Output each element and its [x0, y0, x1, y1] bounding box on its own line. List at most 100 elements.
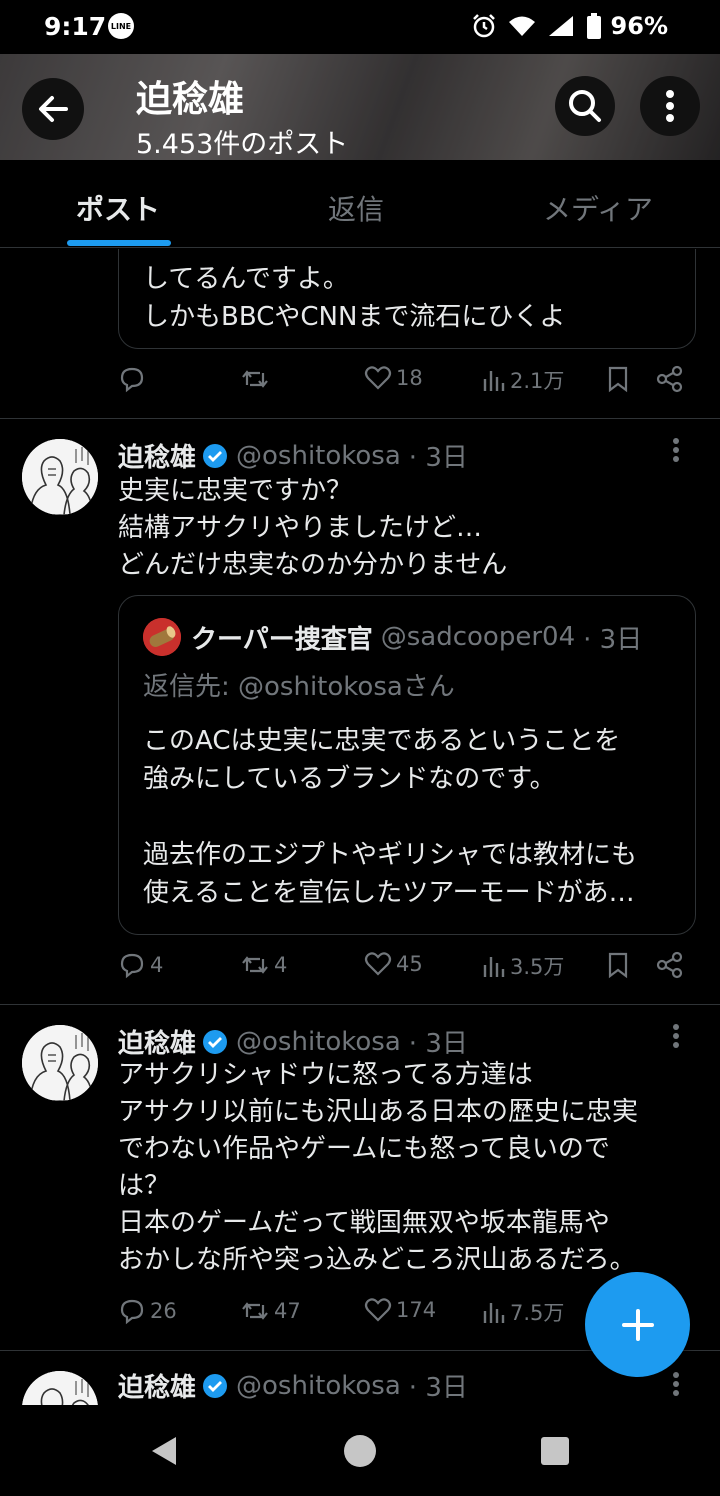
- tweet-more-button[interactable]: [672, 1023, 680, 1056]
- reply-icon: [120, 1299, 144, 1325]
- post-count: 5.453件のポスト: [136, 129, 349, 160]
- quote-author-handle: @sadcooper04: [380, 622, 576, 652]
- status-time: 9:17: [44, 12, 107, 41]
- views-count: 7.5万: [510, 1301, 565, 1325]
- nav-back-button[interactable]: [148, 1434, 180, 1472]
- share-icon: [656, 951, 683, 979]
- back-arrow-icon: [39, 96, 68, 122]
- tweet-more-button[interactable]: [672, 1371, 680, 1404]
- system-nav-bar: [0, 1406, 720, 1496]
- status-bar: 9:17 LINE 96%: [0, 0, 720, 54]
- like-button[interactable]: 18: [364, 365, 423, 391]
- search-icon: [569, 90, 601, 122]
- like-count: 45: [396, 952, 423, 976]
- author-handle[interactable]: @oshitokosa: [236, 441, 401, 471]
- heart-icon: [364, 952, 392, 976]
- retweet-icon: [242, 1302, 268, 1320]
- wifi-icon: [508, 16, 535, 36]
- like-button[interactable]: 45: [364, 951, 423, 977]
- quote-text: このACは史実に忠実であるということを 強みにしているブランドなのです。 過去作…: [143, 726, 638, 908]
- back-button[interactable]: [22, 78, 84, 140]
- share-icon: [656, 365, 683, 393]
- tweet-more-button[interactable]: [672, 437, 680, 470]
- retweet-button[interactable]: [240, 365, 274, 393]
- reply-count: 4: [150, 953, 164, 977]
- tab-replies[interactable]: 返信: [328, 188, 384, 228]
- retweet-button[interactable]: 4: [240, 951, 287, 979]
- more-vertical-icon: [673, 438, 679, 462]
- reply-button[interactable]: 26: [118, 1297, 177, 1325]
- tweet-author: 迫稔雄 @oshitokosa · 3日: [118, 1023, 468, 1060]
- avatar-illustration: [22, 1371, 98, 1405]
- profile-header: 迫稔雄 5.453件のポスト: [0, 54, 720, 160]
- more-options-button[interactable]: [640, 76, 700, 136]
- bookmark-button[interactable]: [606, 365, 630, 393]
- more-vertical-icon: [673, 1024, 679, 1048]
- retweet-icon: [242, 956, 268, 974]
- reply-button[interactable]: 4: [118, 951, 163, 979]
- verified-badge-icon: [203, 1029, 228, 1054]
- timeline: してるんですよ。 しかもBBCやCNNまで流石にひくよ 18 2.1万 迫稔雄 …: [0, 249, 720, 1405]
- author-name[interactable]: 迫稔雄: [118, 437, 196, 474]
- battery-icon: [586, 13, 601, 39]
- tweet-item[interactable]: してるんですよ。 しかもBBCやCNNまで流石にひくよ 18 2.1万: [0, 249, 720, 419]
- search-button[interactable]: [555, 76, 615, 136]
- tweet-author: 迫稔雄 @oshitokosa · 3日: [118, 437, 468, 474]
- reply-button[interactable]: [118, 365, 150, 393]
- tweet-actions: 18 2.1万: [118, 365, 698, 405]
- bookmark-icon: [608, 366, 628, 393]
- like-button[interactable]: 174: [364, 1297, 436, 1323]
- views-button[interactable]: 2.1万: [482, 365, 564, 395]
- quote-author-name: クーパー捜査官: [191, 624, 373, 655]
- verified-badge-icon: [203, 1373, 228, 1398]
- avatar[interactable]: [22, 1025, 98, 1101]
- author-name[interactable]: 迫稔雄: [118, 1367, 196, 1404]
- author-handle[interactable]: @oshitokosa: [236, 1371, 401, 1401]
- bookmark-icon: [608, 952, 628, 979]
- quote-card[interactable]: クーパー捜査官 @sadcooper04 · 3日 返信先: @oshitoko…: [118, 595, 696, 935]
- more-vertical-icon: [673, 1372, 679, 1396]
- avatar[interactable]: [22, 1371, 98, 1405]
- author-name[interactable]: 迫稔雄: [118, 1023, 196, 1060]
- views-count: 2.1万: [510, 369, 565, 393]
- share-button[interactable]: [656, 951, 684, 979]
- tab-posts[interactable]: ポスト: [76, 188, 160, 228]
- line-notification-icon: LINE: [108, 13, 134, 39]
- nav-recents-icon: [541, 1437, 569, 1465]
- tweet-time: · 3日: [408, 1029, 468, 1059]
- reply-count: 26: [150, 1299, 177, 1323]
- tweet-text: アサクリシャドウに怒ってる方達は アサクリ以前にも沢山ある日本の歴史に忠実 でわ…: [118, 1060, 639, 1275]
- tweet-author: 迫稔雄 @oshitokosa · 3日: [118, 1367, 468, 1404]
- tweet-item[interactable]: 迫稔雄 @oshitokosa · 3日 史実に忠実ですか？ 結構アサクリやりま…: [0, 419, 720, 1005]
- avatar-illustration: [22, 439, 98, 515]
- retweet-button[interactable]: 47: [240, 1297, 301, 1325]
- compose-button[interactable]: [585, 1272, 690, 1377]
- nav-recents-button[interactable]: [540, 1436, 570, 1470]
- views-button[interactable]: 7.5万: [482, 1297, 564, 1327]
- tweet-time: · 3日: [408, 1373, 468, 1403]
- views-button[interactable]: 3.5万: [482, 951, 564, 981]
- author-handle[interactable]: @oshitokosa: [236, 1027, 401, 1057]
- plus-icon: [621, 1308, 654, 1341]
- reply-icon: [120, 953, 144, 979]
- retweet-count: 4: [274, 953, 288, 977]
- quote-text: してるんですよ。 しかもBBCやCNNまで流石にひくよ: [143, 264, 566, 332]
- tweet-time: · 3日: [408, 443, 468, 473]
- views-icon: [483, 957, 505, 977]
- profile-tabs: ポスト 返信 メディア: [0, 160, 720, 248]
- avatar[interactable]: [22, 439, 98, 515]
- nav-back-icon: [152, 1437, 176, 1465]
- heart-icon: [364, 1298, 392, 1322]
- quote-time: · 3日: [583, 624, 643, 655]
- nav-home-button[interactable]: [343, 1434, 377, 1472]
- verified-badge-icon: [203, 443, 228, 468]
- share-button[interactable]: [656, 365, 684, 393]
- tab-media[interactable]: メディア: [543, 188, 653, 228]
- avatar-illustration: [22, 1025, 98, 1101]
- heart-icon: [364, 366, 392, 390]
- quote-card[interactable]: してるんですよ。 しかもBBCやCNNまで流石にひくよ: [118, 249, 696, 349]
- alarm-icon: [472, 14, 495, 38]
- active-tab-indicator: [67, 240, 171, 246]
- bookmark-button[interactable]: [606, 951, 630, 979]
- profile-name: 迫稔雄: [136, 79, 245, 120]
